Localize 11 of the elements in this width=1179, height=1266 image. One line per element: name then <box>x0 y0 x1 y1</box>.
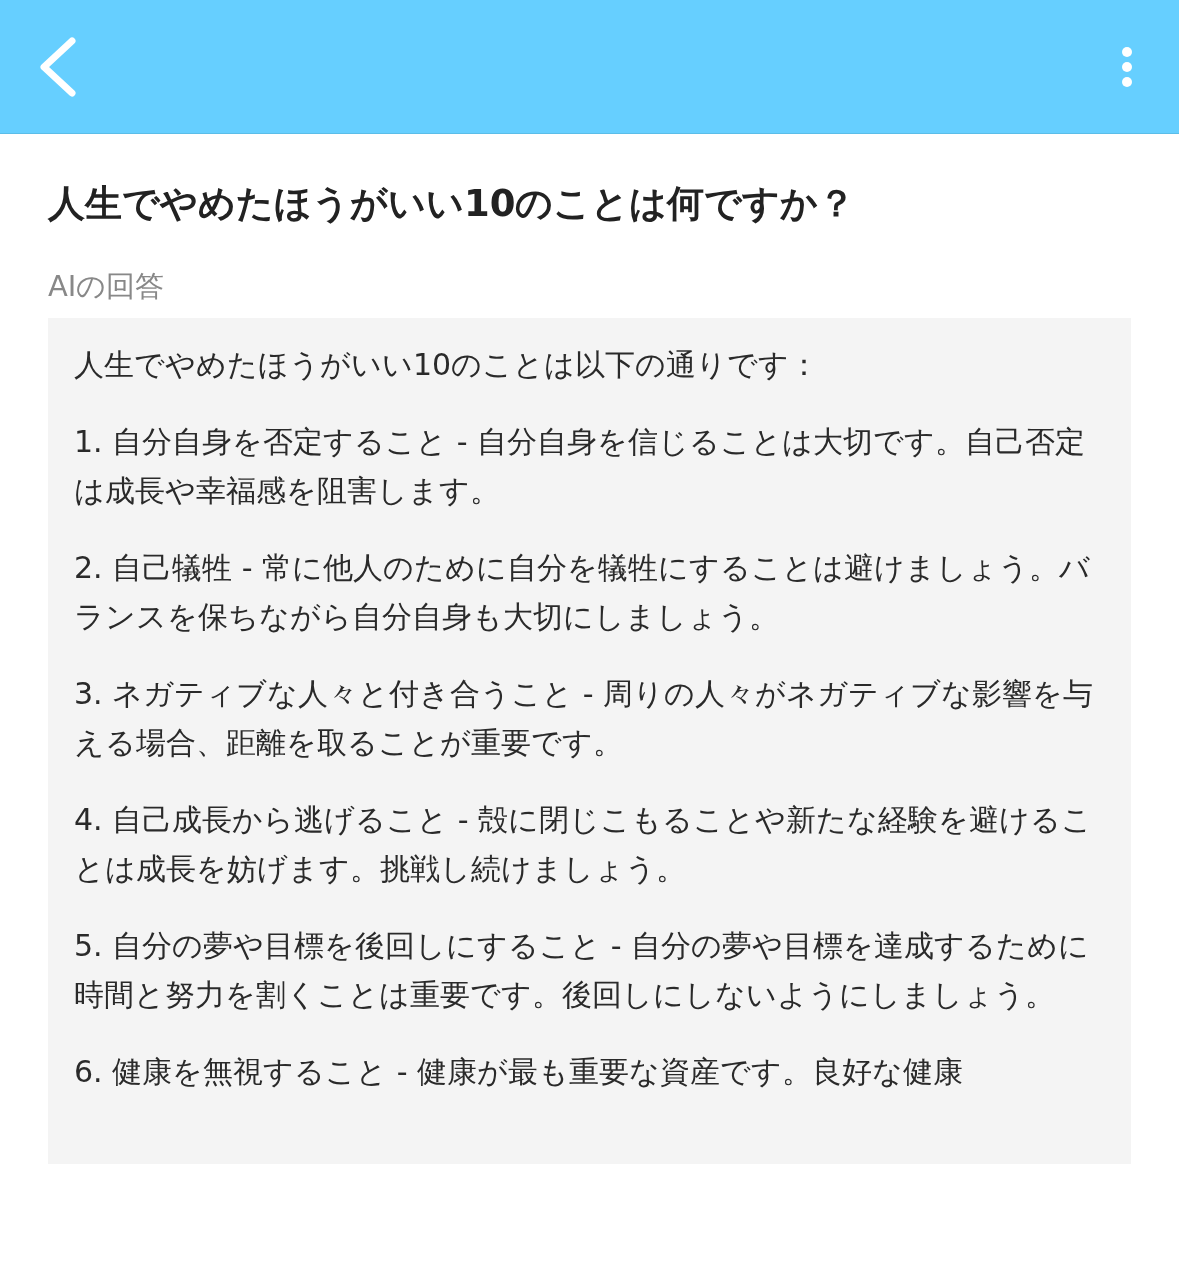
answer-paragraph: 2. 自己犠牲 - 常に他人のために自分を犠牲にすることは避けましょう。バランスを保ちながら自分自身も大切にしましょう。 <box>74 549 1092 636</box>
answer-paragraph: 4. 自己成長から逃げること - 殻に閉じこもることや新たな経験を避けることは成長を妨げます。挑戦し続けましょう。 <box>74 801 1094 888</box>
answer-paragraph: 6. 健康を無視すること - 健康が最も重要な資産です。良好な健康 <box>74 1053 965 1091</box>
answer-paragraph: 5. 自分の夢や目標を後回しにすること - 自分の夢や目標を達成するために時間と努力を割くことは重要です。後回しにしないようにしましょう。 <box>74 927 1091 1014</box>
answer-paragraph: 人生でやめたほうがいい10のことは以下の通りです： <box>74 346 821 384</box>
answer-paragraph: 1. 自分自身を否定すること - 自分自身を信じることは大切です。自己否定は成長や幸福感を阻害します。 <box>74 423 1087 510</box>
back-icon[interactable] <box>38 36 78 97</box>
more-icon[interactable] <box>1121 45 1133 88</box>
answer-paragraph: 3. ネガティブな人々と付き合うこと - 周りの人々がネガティブな影響を与える場合、距離を取ることが重要です。 <box>74 675 1095 762</box>
question-title: 人生でやめたほうがいい10のことは何ですか？ <box>48 182 857 226</box>
answer-label: AIの回答 <box>48 268 166 304</box>
